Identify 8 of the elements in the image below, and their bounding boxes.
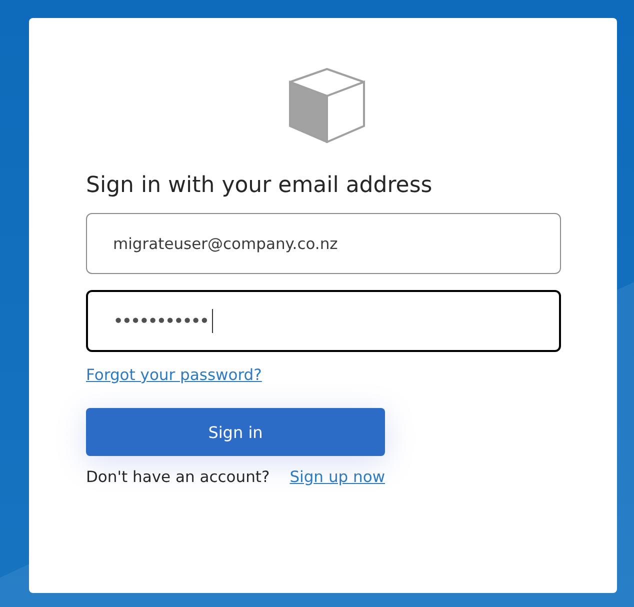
signup-prompt: Don't have an account? — [86, 468, 270, 486]
page-title: Sign in with your email address — [86, 173, 432, 198]
sign-in-button[interactable]: Sign in — [86, 408, 385, 456]
password-field[interactable]: ••••••••••• — [86, 290, 561, 352]
email-field[interactable]: migrateuser@company.co.nz — [86, 213, 561, 274]
sign-up-link[interactable]: Sign up now — [290, 468, 386, 486]
forgot-password-link[interactable]: Forgot your password? — [86, 366, 262, 384]
cube-icon — [288, 68, 364, 143]
